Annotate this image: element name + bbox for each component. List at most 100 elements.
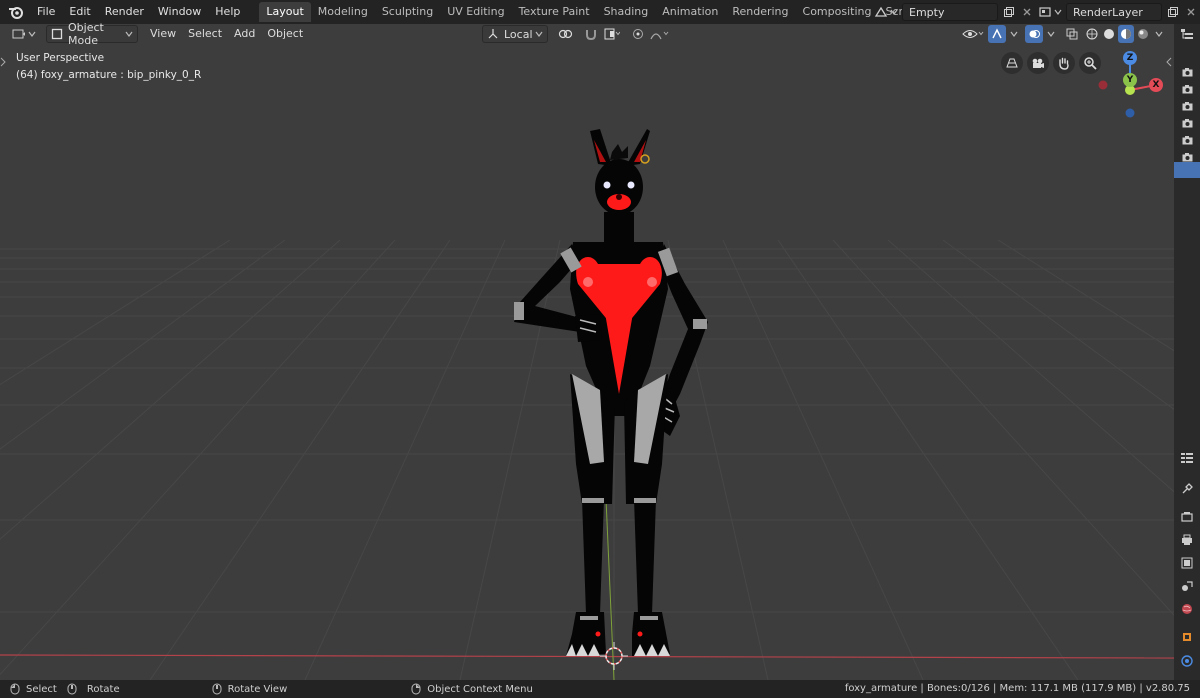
tab-compositing[interactable]: Compositing [796, 2, 879, 22]
proportional-editing-icon[interactable] [630, 25, 646, 43]
z-axis-icon[interactable]: Z [1123, 51, 1137, 65]
camera-icon[interactable] [1180, 64, 1194, 80]
outliner-icon[interactable] [1178, 26, 1196, 42]
navigation-gizmo[interactable]: Z Y X [1094, 50, 1170, 120]
world-properties-icon[interactable] [1178, 600, 1196, 618]
chevron-down-icon[interactable] [1007, 25, 1021, 43]
perspective-label: User Perspective [16, 52, 105, 64]
scene-icon[interactable] [872, 3, 890, 21]
scene-statistics: foxy_armature | Bones:0/126 | Mem: 117.1… [844, 683, 1190, 694]
sidebar-toggle[interactable] [1165, 56, 1173, 68]
tab-layout[interactable]: Layout [259, 2, 311, 22]
pivot-point-icon[interactable] [555, 25, 577, 43]
solid-shading-icon[interactable] [1101, 25, 1117, 43]
menu-window[interactable]: Window [151, 0, 208, 24]
mouse-middle-icon [67, 683, 77, 695]
main-menu: File Edit Render Window Help [30, 0, 247, 24]
mouse-middle-icon [212, 683, 222, 695]
left-toolbar-toggle[interactable] [0, 56, 6, 68]
chevron-down-icon [535, 31, 543, 37]
status-context-menu-label: Object Context Menu [427, 683, 533, 695]
view-layer-field[interactable]: RenderLayer [1066, 3, 1162, 21]
object-mode-dropdown[interactable]: Object Mode [46, 21, 138, 47]
scene-name-field[interactable]: Empty [902, 3, 998, 21]
show-overlays-icon[interactable] [1025, 25, 1043, 43]
mouse-right-icon [411, 683, 421, 695]
perspective-toggle-icon[interactable] [1001, 52, 1023, 74]
properties-editor-icon[interactable] [1178, 450, 1196, 466]
editor-type-icon [12, 29, 25, 39]
copy-scene-icon[interactable] [1000, 3, 1018, 21]
scene-selector: Empty [872, 2, 1036, 22]
camera-icon[interactable] [1180, 132, 1194, 148]
visibility-selectability-icon[interactable] [960, 25, 986, 43]
tab-uv-editing[interactable]: UV Editing [440, 2, 511, 22]
scene-properties-icon[interactable] [1178, 577, 1196, 595]
wireframe-shading-icon[interactable] [1084, 25, 1100, 43]
view-menu[interactable]: View [144, 25, 182, 43]
status-rotate-view-label: Rotate View [227, 683, 288, 695]
x-axis-icon[interactable]: X [1149, 78, 1163, 92]
right-panel-strip [1174, 24, 1200, 680]
chevron-down-icon[interactable] [890, 3, 898, 21]
status-rotate-label: Rotate [86, 683, 120, 695]
material-preview-shading-icon[interactable] [1118, 25, 1134, 43]
view-layer-properties-icon[interactable] [1178, 554, 1196, 572]
view-layer-icon[interactable] [1036, 3, 1054, 21]
menu-help[interactable]: Help [208, 0, 247, 24]
tab-sculpting[interactable]: Sculpting [375, 2, 440, 22]
mouse-left-icon [10, 683, 20, 695]
show-gizmo-icon[interactable] [988, 25, 1006, 43]
tab-animation[interactable]: Animation [655, 2, 725, 22]
transform-orientation-dropdown[interactable]: Local [482, 25, 548, 43]
tab-shading[interactable]: Shading [597, 2, 656, 22]
rendered-shading-icon[interactable] [1135, 25, 1151, 43]
view-layer-selector: RenderLayer [1036, 2, 1200, 22]
orientation-icon [488, 29, 498, 39]
top-bar: File Edit Render Window Help Layout Mode… [0, 0, 1200, 24]
viewport-header: Object Mode View Select Add Object Local [0, 21, 1174, 47]
snap-magnet-icon[interactable] [582, 25, 600, 43]
transform-orientation-label: Local [504, 27, 533, 41]
select-menu[interactable]: Select [182, 25, 228, 43]
menu-file[interactable]: File [30, 0, 62, 24]
xray-toggle-icon[interactable] [1064, 25, 1080, 43]
selected-outliner-row[interactable] [1174, 162, 1200, 178]
y-axis-icon[interactable]: Y [1123, 73, 1137, 87]
close-scene-icon[interactable] [1018, 3, 1036, 21]
camera-icon[interactable] [1180, 115, 1194, 131]
tab-modeling[interactable]: Modeling [311, 2, 375, 22]
tool-settings-icon[interactable] [1178, 480, 1196, 498]
status-select-label: Select [26, 683, 57, 695]
chevron-down-icon [28, 31, 36, 37]
chevron-down-icon[interactable] [1152, 25, 1166, 43]
add-menu[interactable]: Add [228, 25, 261, 43]
object-mode-label: Object Mode [68, 21, 104, 47]
pan-hand-icon[interactable] [1053, 52, 1075, 74]
chevron-down-icon[interactable] [1044, 25, 1058, 43]
blender-logo-icon[interactable] [6, 2, 26, 22]
copy-view-layer-icon[interactable] [1164, 3, 1182, 21]
status-bar: Select Rotate Rotate View Object Context… [0, 680, 1200, 698]
3d-viewport[interactable]: User Perspective (64) foxy_armature : bi… [0, 44, 1174, 680]
falloff-curve-icon[interactable] [648, 25, 672, 43]
object-menu[interactable]: Object [261, 25, 309, 43]
camera-icon[interactable] [1180, 98, 1194, 114]
camera-view-icon[interactable] [1027, 52, 1049, 74]
physics-properties-icon[interactable] [1178, 652, 1196, 670]
status-select: Select [10, 683, 57, 695]
close-view-layer-icon[interactable] [1182, 3, 1200, 21]
camera-icon[interactable] [1180, 81, 1194, 97]
editor-type-dropdown[interactable] [8, 25, 40, 43]
chevron-down-icon[interactable] [1054, 3, 1062, 21]
character-model [514, 129, 708, 656]
render-properties-icon[interactable] [1178, 508, 1196, 526]
tab-rendering[interactable]: Rendering [725, 2, 795, 22]
snap-element-icon[interactable] [601, 25, 623, 43]
status-context-menu: Object Context Menu [411, 683, 533, 695]
tab-texture-paint[interactable]: Texture Paint [512, 2, 597, 22]
output-properties-icon[interactable] [1178, 531, 1196, 549]
object-properties-icon[interactable] [1178, 628, 1196, 646]
viewport-canvas[interactable] [0, 44, 1174, 680]
chevron-down-icon [125, 31, 133, 37]
